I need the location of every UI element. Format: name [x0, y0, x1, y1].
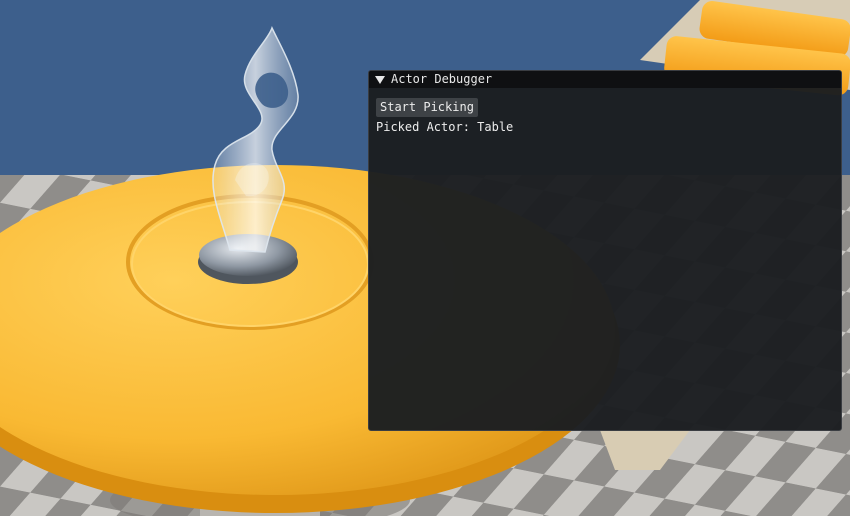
picked-actor-value: Table	[477, 120, 514, 134]
picked-actor-row: Picked Actor: Table	[376, 120, 834, 135]
window-titlebar[interactable]: Actor Debugger	[369, 71, 841, 88]
start-picking-button[interactable]: Start Picking	[376, 98, 478, 117]
window-content: Start Picking Picked Actor: Table	[369, 88, 841, 143]
picked-actor-label: Picked Actor:	[376, 120, 470, 134]
collapse-triangle-icon[interactable]	[375, 75, 385, 84]
window-title: Actor Debugger	[391, 72, 493, 86]
actor-debugger-window[interactable]: Actor Debugger Start Picking Picked Acto…	[368, 70, 842, 431]
